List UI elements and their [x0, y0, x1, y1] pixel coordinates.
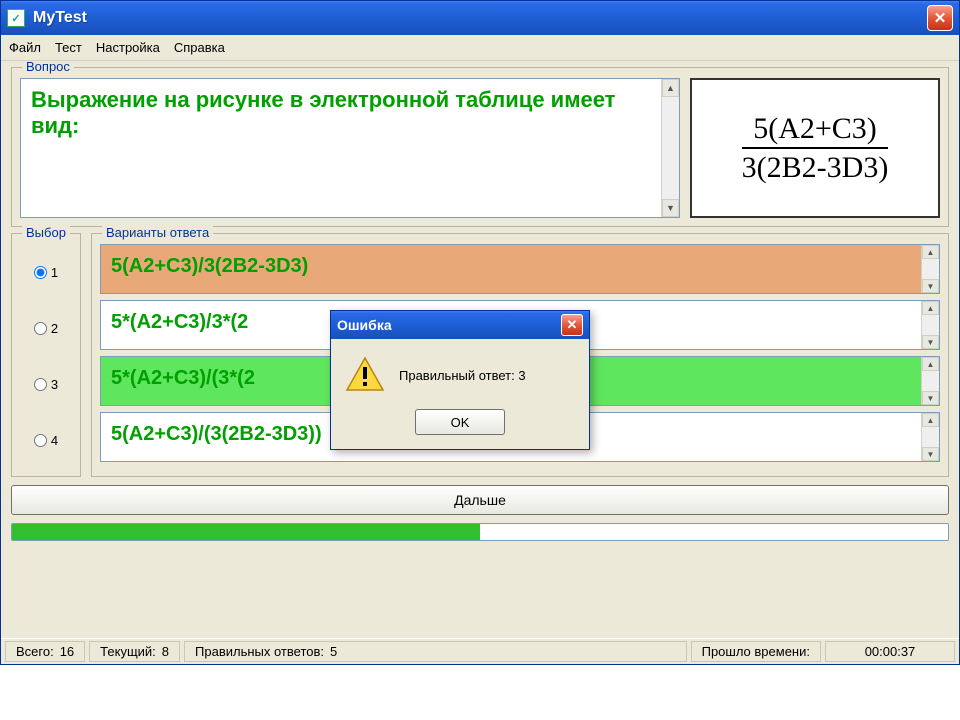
choice-2[interactable]: 2	[20, 300, 72, 356]
scroll-up-icon[interactable]: ▲	[922, 301, 939, 315]
scroll-down-icon[interactable]: ▼	[922, 391, 939, 405]
scroll-up-icon[interactable]: ▲	[922, 245, 939, 259]
dialog-ok-button[interactable]: OK	[415, 409, 505, 435]
scroll-up-icon[interactable]: ▲	[922, 413, 939, 427]
radio-2-label: 2	[51, 321, 58, 336]
choice-3[interactable]: 3	[20, 356, 72, 412]
answer-text-4: 5(A2+C3)/(3(2B2-3D3))	[111, 423, 322, 445]
question-text-box: Выражение на рисунке в электронной табли…	[20, 78, 680, 218]
choice-group-label: Выбор	[22, 225, 70, 240]
answer-box-1: 5(A2+C3)/3(2B2-3D3) ▲ ▼	[100, 244, 940, 294]
window-title: MyTest	[33, 9, 927, 27]
choice-1[interactable]: 1	[20, 244, 72, 300]
status-elapsed-value: 00:00:37	[865, 644, 916, 659]
answer-row-1: 5(A2+C3)/3(2B2-3D3) ▲ ▼	[100, 244, 940, 294]
radio-2[interactable]	[34, 322, 47, 335]
radio-4-label: 4	[51, 433, 58, 448]
next-button[interactable]: Дальше	[11, 485, 949, 515]
scroll-down-icon[interactable]: ▼	[662, 199, 679, 217]
dialog-close-button[interactable]: ✕	[561, 314, 583, 336]
titlebar: ✓ MyTest ✕	[1, 1, 959, 35]
status-total: Всего: 16	[5, 641, 85, 662]
status-elapsed-value-cell: 00:00:37	[825, 641, 955, 662]
close-icon: ✕	[934, 9, 947, 27]
question-image-box: 5(A2+C3) 3(2B2-3D3)	[690, 78, 940, 218]
error-dialog: Ошибка ✕ Правильный ответ: 3 OK	[330, 310, 590, 450]
scroll-down-icon[interactable]: ▼	[922, 447, 939, 461]
answer-2-scrollbar[interactable]: ▲ ▼	[921, 301, 939, 349]
scroll-down-icon[interactable]: ▼	[922, 335, 939, 349]
status-current-label: Текущий:	[100, 644, 156, 659]
question-scrollbar[interactable]: ▲ ▼	[661, 79, 679, 217]
answer-text-2: 5*(A2+C3)/3*(2	[111, 311, 248, 333]
formula-fraction: 5(A2+C3) 3(2B2-3D3)	[742, 112, 889, 184]
radio-3-label: 3	[51, 377, 58, 392]
choice-4[interactable]: 4	[20, 412, 72, 468]
choice-group: Выбор 1 2 3 4	[11, 233, 81, 477]
question-group: Вопрос Выражение на рисунке в электронно…	[11, 67, 949, 227]
menubar: Файл Тест Настройка Справка	[1, 35, 959, 61]
answer-text-3: 5*(A2+C3)/(3*(2	[111, 367, 255, 389]
close-button[interactable]: ✕	[927, 5, 953, 31]
formula-numerator: 5(A2+C3)	[742, 112, 889, 149]
menu-help[interactable]: Справка	[174, 40, 225, 55]
close-icon: ✕	[567, 317, 578, 333]
status-total-label: Всего:	[16, 644, 54, 659]
answers-group-label: Варианты ответа	[102, 225, 213, 240]
formula-denominator: 3(2B2-3D3)	[742, 149, 889, 184]
answer-text-1: 5(A2+C3)/3(2B2-3D3)	[111, 255, 308, 277]
question-text: Выражение на рисунке в электронной табли…	[31, 87, 615, 138]
scroll-up-icon[interactable]: ▲	[662, 79, 679, 97]
radio-1[interactable]	[34, 266, 47, 279]
answer-1-scrollbar[interactable]: ▲ ▼	[921, 245, 939, 293]
status-current-value: 8	[162, 644, 169, 659]
progress-bar	[11, 523, 949, 541]
warning-icon	[345, 355, 385, 395]
dialog-titlebar: Ошибка ✕	[331, 311, 589, 339]
dialog-title: Ошибка	[337, 317, 392, 333]
answer-4-scrollbar[interactable]: ▲ ▼	[921, 413, 939, 461]
status-current: Текущий: 8	[89, 641, 180, 662]
status-elapsed-label: Прошло времени:	[702, 644, 810, 659]
answer-3-scrollbar[interactable]: ▲ ▼	[921, 357, 939, 405]
status-correct: Правильных ответов: 5	[184, 641, 687, 662]
app-icon: ✓	[7, 9, 25, 27]
scroll-up-icon[interactable]: ▲	[922, 357, 939, 371]
menu-test[interactable]: Тест	[55, 40, 82, 55]
status-elapsed-label-cell: Прошло времени:	[691, 641, 821, 662]
progress-fill	[12, 524, 480, 540]
status-correct-value: 5	[330, 644, 337, 659]
status-total-value: 16	[60, 644, 74, 659]
radio-1-label: 1	[51, 265, 58, 280]
radio-3[interactable]	[34, 378, 47, 391]
status-correct-label: Правильных ответов:	[195, 644, 324, 659]
menu-file[interactable]: Файл	[9, 40, 41, 55]
scroll-down-icon[interactable]: ▼	[922, 279, 939, 293]
statusbar: Всего: 16 Текущий: 8 Правильных ответов:…	[1, 638, 959, 664]
radio-4[interactable]	[34, 434, 47, 447]
menu-settings[interactable]: Настройка	[96, 40, 160, 55]
question-group-label: Вопрос	[22, 61, 74, 74]
dialog-message: Правильный ответ: 3	[399, 368, 526, 383]
